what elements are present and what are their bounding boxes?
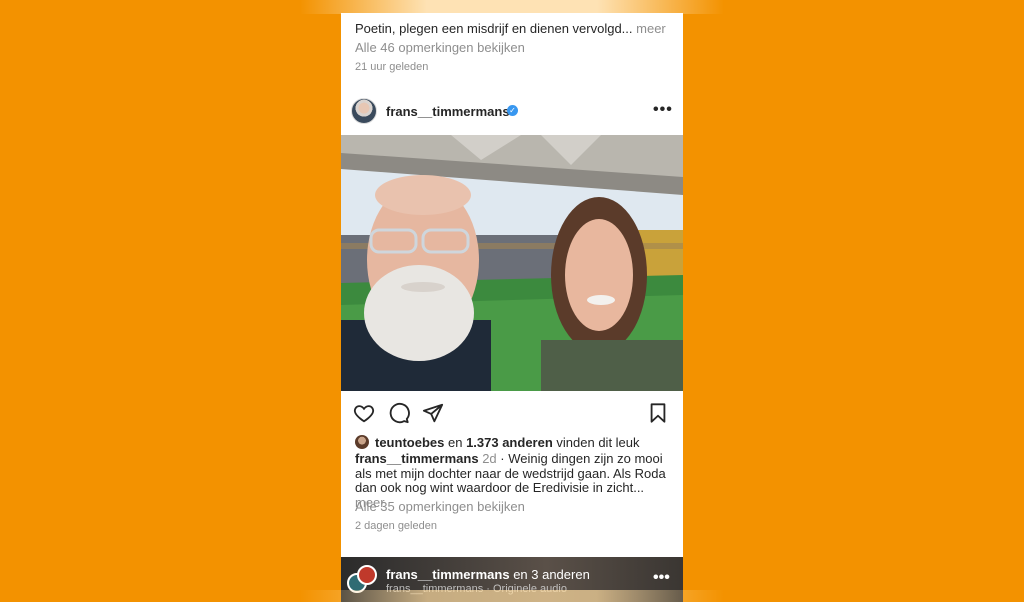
previous-post: Poetin, plegen een misdrijf en dienen ve…	[341, 13, 683, 93]
previous-post-timestamp: 21 uur geleden	[355, 61, 429, 73]
likes-others-count[interactable]: 1.373 anderen	[466, 435, 553, 450]
bookmark-icon[interactable]	[647, 402, 669, 424]
avatar	[357, 565, 377, 585]
bottom-edge-fade	[300, 590, 724, 602]
post-actions	[341, 391, 683, 433]
post-username[interactable]: frans__timmermans	[386, 104, 510, 119]
selfie-stadium-photo[interactable]	[341, 135, 683, 391]
post-header: frans__timmermans ✓ •••	[341, 93, 683, 135]
next-post-title[interactable]: frans__timmermans en 3 anderen	[386, 567, 590, 582]
likes-suffix: vinden dit leuk	[556, 434, 640, 450]
liker-avatar	[355, 435, 369, 449]
top-edge-fade	[300, 0, 724, 14]
previous-caption-more-link[interactable]: meer	[636, 21, 666, 36]
caption-time: 2d	[482, 451, 497, 466]
view-comments-link[interactable]: Alle 35 opmerkingen bekijken	[355, 499, 525, 514]
previous-caption-text: Poetin, plegen een misdrijf en dienen ve…	[355, 21, 633, 36]
previous-view-comments-link[interactable]: Alle 46 opmerkingen bekijken	[355, 40, 525, 55]
liker-username[interactable]: teuntoebes	[375, 435, 444, 450]
previous-post-caption: Poetin, plegen een misdrijf en dienen ve…	[355, 21, 666, 36]
comment-icon[interactable]	[388, 402, 410, 424]
photo-illustration	[341, 135, 683, 391]
post-timestamp: 2 dagen geleden	[355, 520, 437, 532]
more-options-icon[interactable]: •••	[653, 569, 670, 587]
send-icon[interactable]	[422, 402, 444, 424]
instagram-feed: Poetin, plegen een misdrijf en dienen ve…	[341, 13, 683, 602]
more-options-icon[interactable]: •••	[653, 101, 673, 119]
avatar[interactable]	[351, 98, 377, 124]
next-post-others[interactable]: en 3 anderen	[513, 567, 590, 582]
caption-username[interactable]: frans__timmermans	[355, 451, 479, 466]
heart-icon[interactable]	[353, 402, 375, 424]
likes-summary[interactable]: teuntoebes en 1.373 anderen vinden dit l…	[355, 434, 640, 450]
verified-badge-icon: ✓	[507, 105, 518, 116]
likes-connector: en	[447, 434, 463, 450]
next-post-username[interactable]: frans__timmermans	[386, 567, 510, 582]
